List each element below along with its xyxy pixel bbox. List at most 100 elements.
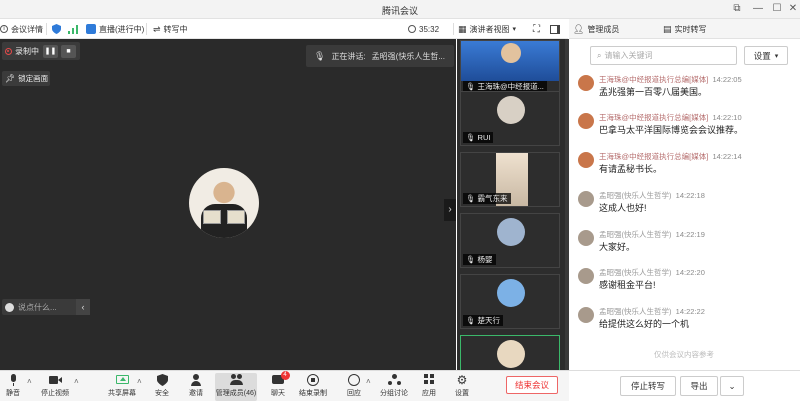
tab-members-label: 管理成员	[587, 24, 620, 34]
avatar	[578, 230, 594, 246]
end-recording-button[interactable]: 结束录制	[296, 373, 330, 401]
transcript-item: 孟昭强(快乐人生哲学) 14:22:22 给提供这么好的一个机	[574, 306, 796, 340]
minimize-icon[interactable]: —	[751, 2, 765, 16]
network-status[interactable]	[68, 22, 78, 36]
settings-button[interactable]: ⚙ 设置	[445, 373, 479, 401]
invite-button[interactable]: 邀请	[179, 373, 213, 401]
pause-recording-button[interactable]: ❚❚	[43, 44, 58, 58]
speaking-name: 孟昭强(快乐人生哲...	[371, 51, 446, 61]
apps-button[interactable]: 应用	[412, 373, 446, 401]
breakout-label: 分组讨论	[380, 390, 408, 397]
transcribe-icon: ⇌	[153, 23, 161, 34]
avatar	[578, 268, 594, 284]
tab-transcript[interactable]: ▤ 实时转写	[663, 22, 707, 36]
recording-label: 录制中	[15, 46, 39, 56]
collapse-chat-button[interactable]: ‹	[76, 299, 90, 315]
close-icon[interactable]: ✕	[786, 2, 800, 16]
main-video-area[interactable]: 录制中 ❚❚ ■ 📌︎ 锁定画面 🎙︎ 正在讲话: 孟昭强(快乐人生哲... 说…	[0, 39, 456, 370]
emoji-icon	[5, 302, 14, 312]
speaker-name: 王海珠@中经报道执行总编[媒体]	[599, 152, 709, 161]
chevron-up-icon[interactable]: ˄	[74, 377, 79, 386]
participant-tile[interactable]: 🎙︎ 王海珠@中经报道...	[460, 40, 560, 95]
transcribing-status[interactable]: ⇌ 转写中	[153, 22, 188, 36]
mute-label: 静音	[6, 390, 20, 397]
live-status-button[interactable]: 直播(进行中)	[86, 22, 144, 36]
meeting-toolbar: i 会议详情 直播(进行中) ⇌ 转写中 35:32 ▦ 演讲者视图 ▾ ⛶	[0, 19, 568, 39]
breakout-button[interactable]: 分组讨论	[377, 373, 411, 401]
export-options-button[interactable]: ⌄	[720, 376, 744, 396]
settings-label: 设置	[455, 390, 469, 397]
timestamp: 14:22:19	[675, 230, 705, 239]
transcript-item: 孟昭强(快乐人生哲学) 14:22:19 大家好。	[574, 229, 796, 263]
share-screen-button[interactable]: 共享屏幕	[105, 373, 139, 401]
grid-icon: ▦	[458, 23, 467, 34]
record-icon	[5, 47, 12, 55]
manage-members-label: 管理成员(46)	[215, 390, 257, 397]
stop-transcribe-button[interactable]: 停止转写	[620, 376, 676, 396]
transcript-footer: 停止转写 导出 ⌄	[569, 370, 800, 401]
reactions-label: 回应	[347, 390, 361, 397]
export-button[interactable]: 导出	[680, 376, 718, 396]
avatar	[578, 152, 594, 168]
participant-tile[interactable]: 🎙︎ 杨婴	[460, 213, 560, 268]
divider	[453, 23, 454, 35]
microphone-icon: 🎙︎	[466, 316, 476, 325]
speaker-name: 王海珠@中经报道执行总编[媒体]	[599, 75, 709, 84]
layout-button[interactable]	[550, 22, 560, 36]
gallery-scrollbar[interactable]	[565, 39, 569, 370]
speaker-avatar	[189, 168, 259, 238]
apps-label: 应用	[422, 390, 436, 397]
chevron-down-icon: ▾	[774, 52, 779, 60]
transcript-icon: ▤	[663, 23, 672, 34]
speaker-name: 孟昭强(快乐人生哲学)	[599, 191, 672, 200]
gear-icon: ⚙	[456, 373, 468, 387]
transcript-search-input[interactable]: ⌕ 请输入关键词	[590, 46, 737, 65]
manage-members-button[interactable]: 管理成员(46)	[215, 373, 257, 401]
bottom-toolbar: 静音 ˄ 停止视频 ˄ 共享屏幕 ˄ 安全 邀请 管理成员(46) 4 聊天 结…	[0, 370, 569, 401]
members-icon	[229, 374, 243, 386]
transcript-text: 给提供这么好的一个机	[599, 319, 690, 329]
chat-placeholder: 说点什么...	[18, 302, 57, 312]
search-icon: ⌕	[597, 50, 602, 60]
timestamp: 14:22:20	[675, 268, 705, 277]
chat-button[interactable]: 4 聊天	[261, 371, 295, 401]
lock-view-button[interactable]: 📌︎ 锁定画面	[2, 71, 50, 86]
participant-tile[interactable]: 🎙︎ 楚天行	[460, 274, 560, 329]
chevron-down-icon: ▾	[512, 26, 517, 33]
meeting-info-button[interactable]: i 会议详情	[0, 22, 43, 36]
participant-tile[interactable]: 🎙︎ 霸气东来	[460, 152, 560, 207]
chat-badge: 4	[280, 371, 290, 380]
stop-video-label: 停止视频	[41, 390, 69, 397]
end-meeting-button[interactable]: 结束会议	[506, 376, 558, 394]
clock-icon	[408, 25, 416, 33]
avatar	[578, 191, 594, 207]
speaker-name: 孟昭强(快乐人生哲学)	[599, 230, 672, 239]
security-status[interactable]	[52, 22, 61, 36]
participant-tile[interactable]: 🎙︎ RUI	[460, 91, 560, 146]
stop-recording-button[interactable]: ■	[61, 44, 76, 58]
search-placeholder: 请输入关键词	[604, 51, 653, 60]
expand-gallery-button[interactable]: ›	[444, 199, 456, 221]
maximize-icon[interactable]: ☐	[770, 2, 784, 16]
tab-members[interactable]: 👤︎ 管理成员	[573, 22, 619, 36]
chevron-up-icon[interactable]: ˄	[27, 377, 32, 386]
security-button[interactable]: 安全	[145, 373, 179, 401]
members-icon: 👤︎	[573, 23, 585, 34]
stop-video-button[interactable]: 停止视频	[38, 373, 72, 401]
transcript-text: 巴拿马太平洋国际博览会会议推荐。	[599, 125, 744, 135]
transcript-text: 感谢租金平台!	[599, 280, 656, 290]
signal-icon	[68, 24, 78, 34]
transcript-settings-button[interactable]: 设置 ▾	[744, 46, 788, 65]
chevron-up-icon[interactable]: ˄	[137, 377, 142, 386]
mute-button[interactable]: 静音	[0, 373, 30, 401]
fullscreen-icon: ⛶	[533, 23, 540, 35]
participant-tile-active[interactable]	[460, 335, 560, 370]
restore-icon[interactable]: ⧉	[730, 2, 744, 16]
chevron-up-icon[interactable]: ˄	[366, 377, 371, 386]
speaker-view-button[interactable]: ▦ 演讲者视图 ▾	[458, 22, 516, 36]
fullscreen-button[interactable]: ⛶	[533, 22, 540, 36]
speaker-view-label: 演讲者视图	[469, 24, 510, 34]
tab-transcript-label: 实时转写	[674, 24, 707, 34]
participant-name: 🎙︎ 楚天行	[463, 315, 504, 326]
apps-icon	[423, 374, 436, 386]
